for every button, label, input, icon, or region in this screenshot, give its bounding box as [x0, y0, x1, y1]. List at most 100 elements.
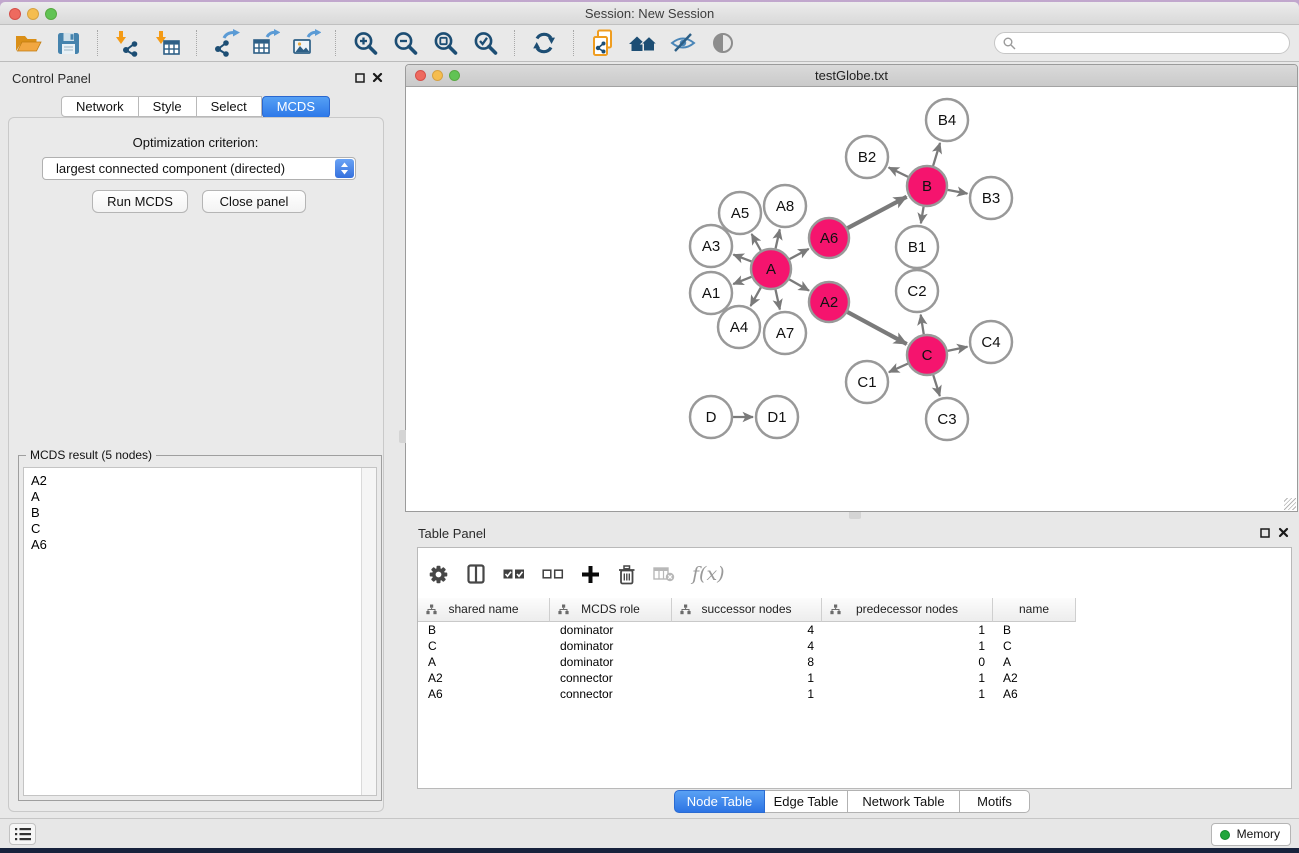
cell-shared-name[interactable]: A	[418, 654, 550, 670]
zoom-out-button[interactable]	[390, 28, 420, 58]
scrollbar-track[interactable]	[361, 468, 376, 795]
split-handle-left[interactable]	[399, 430, 406, 443]
home-layout-button[interactable]	[628, 28, 658, 58]
cell-predecessor-nodes[interactable]: 1	[822, 686, 993, 702]
export-network-button[interactable]	[211, 28, 241, 58]
graph-edge-A-A1[interactable]	[733, 277, 751, 284]
cell-MCDS-role[interactable]: connector	[550, 670, 672, 686]
graph-edge-C-C3[interactable]	[933, 375, 940, 396]
cell-shared-name[interactable]: A6	[418, 686, 550, 702]
column-header-predecessor-nodes[interactable]: predecessor nodes	[822, 598, 993, 622]
column-visibility-button[interactable]	[466, 564, 486, 584]
cell-name[interactable]: A6	[993, 686, 1076, 702]
search-input[interactable]	[1019, 34, 1284, 52]
table-row[interactable]: Bdominator41B	[418, 622, 1291, 638]
graph-edge-A-A2[interactable]	[789, 279, 809, 290]
export-image-button[interactable]	[291, 28, 321, 58]
cell-shared-name[interactable]: C	[418, 638, 550, 654]
table-row[interactable]: Cdominator41C	[418, 638, 1291, 654]
graph-edge-C-C1[interactable]	[889, 364, 908, 373]
delete-table-button[interactable]	[653, 566, 675, 582]
column-header-name[interactable]: name	[993, 598, 1076, 622]
graph-edge-B-B2[interactable]	[889, 167, 908, 176]
graph-edge-A-A4[interactable]	[751, 287, 761, 306]
import-network-button[interactable]	[112, 28, 142, 58]
hide-graphics-button[interactable]	[668, 28, 698, 58]
cell-MCDS-role[interactable]: dominator	[550, 622, 672, 638]
zoom-in-button[interactable]	[350, 28, 380, 58]
zoom-fit-button[interactable]	[430, 28, 460, 58]
table-row[interactable]: A2connector11A2	[418, 670, 1291, 686]
column-header-successor-nodes[interactable]: successor nodes	[672, 598, 822, 622]
cell-predecessor-nodes[interactable]: 0	[822, 654, 993, 670]
table-tab-node-table[interactable]: Node Table	[674, 790, 765, 813]
cell-predecessor-nodes[interactable]: 1	[822, 670, 993, 686]
table-row[interactable]: Adominator80A	[418, 654, 1291, 670]
app-titlebar[interactable]: Session: New Session	[0, 2, 1299, 25]
graph-edge-C-C2[interactable]	[921, 315, 924, 335]
control-tab-select[interactable]: Select	[197, 96, 262, 117]
graph-edge-A6-B[interactable]	[848, 197, 907, 228]
clone-network-button[interactable]	[588, 28, 618, 58]
split-handle-bottom[interactable]	[849, 512, 861, 519]
cell-successor-nodes[interactable]: 8	[672, 654, 822, 670]
float-panel-icon[interactable]	[1260, 528, 1270, 538]
graph-edge-C-C4[interactable]	[948, 347, 968, 351]
graph-edge-A-A6[interactable]	[790, 249, 809, 259]
add-column-button[interactable]	[581, 565, 600, 584]
mcds-result-item[interactable]: C	[31, 521, 356, 537]
mcds-result-item[interactable]: B	[31, 505, 356, 521]
table-settings-button[interactable]	[428, 564, 449, 585]
criterion-dropdown[interactable]: largest connected component (directed)	[42, 157, 356, 180]
graph-edge-A-A5[interactable]	[752, 234, 761, 251]
open-session-button[interactable]	[13, 28, 43, 58]
close-panel-icon[interactable]	[372, 72, 383, 83]
cell-name[interactable]: C	[993, 638, 1076, 654]
cell-name[interactable]: A2	[993, 670, 1076, 686]
table-tab-edge-table[interactable]: Edge Table	[765, 790, 848, 813]
column-header-shared-name[interactable]: shared name	[418, 598, 550, 622]
control-tab-network[interactable]: Network	[61, 96, 139, 117]
refresh-button[interactable]	[529, 28, 559, 58]
cell-predecessor-nodes[interactable]: 1	[822, 638, 993, 654]
network-window-titlebar[interactable]: testGlobe.txt	[406, 65, 1297, 87]
cell-successor-nodes[interactable]: 1	[672, 670, 822, 686]
zoom-selected-button[interactable]	[470, 28, 500, 58]
control-tab-mcds[interactable]: MCDS	[262, 96, 330, 118]
cell-MCDS-role[interactable]: dominator	[550, 638, 672, 654]
function-builder-button[interactable]: f(x)	[692, 563, 725, 585]
import-table-button[interactable]	[152, 28, 182, 58]
mcds-result-item[interactable]: A	[31, 489, 356, 505]
memory-button[interactable]: Memory	[1211, 823, 1291, 846]
search-field[interactable]	[994, 32, 1290, 54]
cell-successor-nodes[interactable]: 4	[672, 622, 822, 638]
graph-edge-A-A8[interactable]	[776, 229, 780, 248]
graph-edge-B-B4[interactable]	[933, 143, 940, 166]
delete-column-button[interactable]	[617, 564, 636, 585]
table-tab-motifs[interactable]: Motifs	[960, 790, 1030, 813]
close-panel-icon[interactable]	[1278, 527, 1289, 538]
close-panel-button[interactable]: Close panel	[202, 190, 306, 213]
float-panel-icon[interactable]	[355, 73, 365, 83]
graph-edge-A-A7[interactable]	[775, 290, 779, 310]
column-header-MCDS-role[interactable]: MCDS role	[550, 598, 672, 622]
resize-grip[interactable]	[1284, 498, 1296, 510]
mcds-result-item[interactable]: A6	[31, 537, 356, 553]
deselect-all-button[interactable]	[542, 565, 564, 583]
graph-edge-A2-C[interactable]	[847, 312, 906, 344]
cell-shared-name[interactable]: B	[418, 622, 550, 638]
cell-shared-name[interactable]: A2	[418, 670, 550, 686]
control-tab-style[interactable]: Style	[139, 96, 197, 117]
save-session-button[interactable]	[53, 28, 83, 58]
cell-MCDS-role[interactable]: dominator	[550, 654, 672, 670]
cell-name[interactable]: A	[993, 654, 1076, 670]
select-all-button[interactable]	[503, 565, 525, 583]
cell-predecessor-nodes[interactable]: 1	[822, 622, 993, 638]
cell-MCDS-role[interactable]: connector	[550, 686, 672, 702]
graph-edge-A-A3[interactable]	[733, 255, 751, 262]
show-panels-button[interactable]	[9, 823, 36, 845]
cell-successor-nodes[interactable]: 4	[672, 638, 822, 654]
network-canvas[interactable]: B4B2BB3A8A5A6A3B1AC2A1A2A4A7C4CC1C3DD1	[406, 87, 1297, 511]
mcds-result-item[interactable]: A2	[31, 473, 356, 489]
cell-successor-nodes[interactable]: 1	[672, 686, 822, 702]
